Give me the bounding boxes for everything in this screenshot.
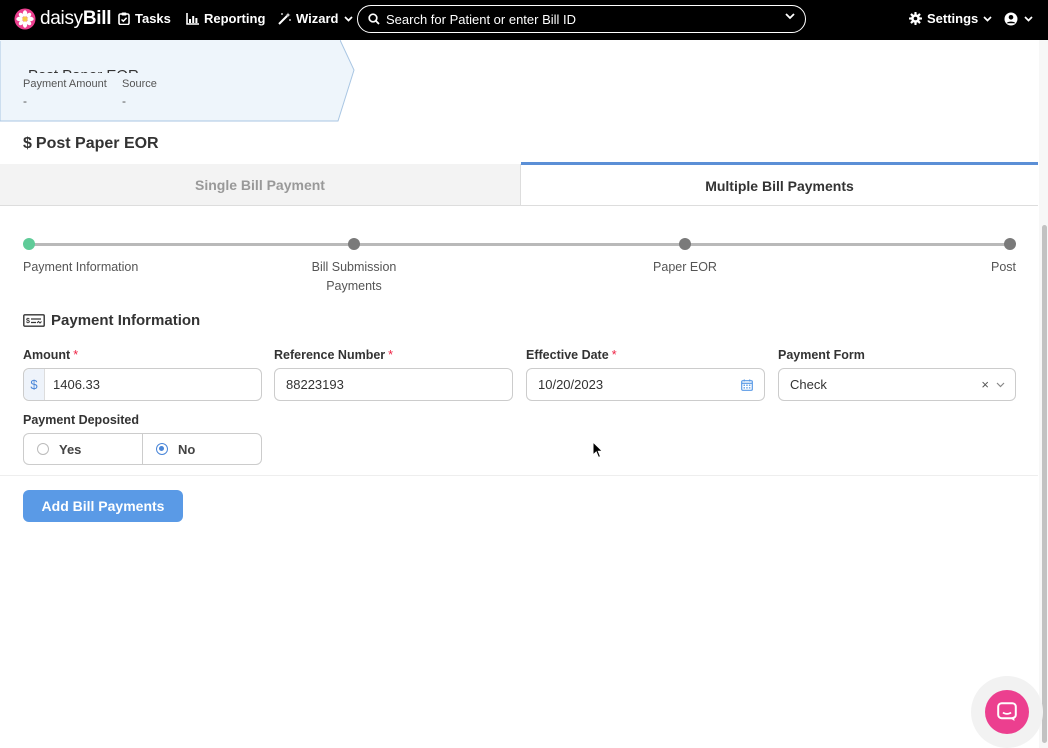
daisy-flower-icon (14, 8, 36, 30)
radio-no-label: No (178, 441, 196, 457)
magic-wand-icon (278, 12, 291, 25)
svg-text:$: $ (26, 318, 30, 325)
daisybill-logo[interactable]: daisyBill (14, 8, 112, 30)
step-label-bill-submission-payments: Bill Submission Payments (311, 260, 397, 293)
required-marker: * (73, 348, 79, 362)
clear-icon[interactable]: × (981, 377, 989, 392)
user-menu[interactable] (1004, 12, 1033, 26)
step-dot-post (1004, 238, 1016, 250)
payment-amount-value: - (23, 94, 27, 108)
add-bill-payments-button[interactable]: Add Bill Payments (23, 490, 183, 522)
logo-text: daisyBill (40, 8, 112, 30)
search-input[interactable]: Search for Patient or enter Bill ID (386, 12, 805, 27)
chat-icon (997, 702, 1017, 721)
chevron-down-icon[interactable] (996, 382, 1005, 388)
currency-addon: $ (24, 369, 45, 400)
nav-tasks-label: Tasks (135, 11, 171, 26)
eor-summary-card: Post Paper EOR Payment Amount - Source - (0, 40, 355, 122)
form-title-text: Payment Information (51, 312, 201, 329)
radio-circle-checked-icon[interactable] (156, 443, 168, 455)
reference-number-label: Reference Number * (274, 348, 393, 362)
nav-wizard[interactable]: Wizard (278, 11, 353, 26)
amount-label-text: Amount (23, 348, 71, 362)
chevron-down-icon (343, 15, 353, 22)
logo-text-light: daisy (40, 8, 83, 29)
patient-search[interactable]: Search for Patient or enter Bill ID (357, 5, 806, 33)
reference-number-input[interactable]: 88223193 (275, 377, 512, 392)
tab-single-bill-payment[interactable]: Single Bill Payment (0, 164, 521, 206)
chevron-down-icon (1024, 16, 1033, 22)
tab-divider (521, 205, 1038, 206)
mouse-cursor-icon (592, 441, 604, 459)
scrollbar-thumb[interactable] (1042, 225, 1047, 743)
amount-field[interactable]: $ 1406.33 (23, 368, 262, 401)
nav-settings-label: Settings (927, 11, 979, 26)
radio-circle-icon[interactable] (37, 443, 49, 455)
payment-amount-label: Payment Amount (23, 78, 107, 90)
nav-tasks[interactable]: Tasks (118, 11, 171, 26)
dollar-icon: $ (23, 135, 32, 152)
payment-form-label: Payment Form (778, 348, 865, 362)
search-icon (368, 13, 380, 25)
effective-date-label-text: Effective Date (526, 348, 609, 362)
bar-chart-icon (186, 12, 199, 25)
payment-form-select[interactable]: Check × (778, 368, 1016, 401)
step-dot-bill-submission-payments (348, 238, 360, 250)
payment-deposited-radio-group: Yes No (23, 433, 262, 465)
amount-label: Amount * (23, 348, 78, 362)
page-title-text: Post Paper EOR (35, 135, 159, 152)
step-label-paper-eor: Paper EOR (653, 260, 717, 274)
top-navbar: daisyBill Tasks Reporting Wizard Search … (0, 0, 1048, 40)
payment-form-value: Check (790, 377, 827, 392)
radio-yes-label: Yes (59, 441, 82, 457)
effective-date-input[interactable]: 10/20/2023 (527, 377, 741, 392)
nav-settings[interactable]: Settings (909, 11, 992, 26)
amount-input[interactable]: 1406.33 (45, 377, 261, 392)
check-payment-icon: $ (23, 314, 45, 327)
clipboard-check-icon (118, 12, 130, 25)
tab-multiple-bill-payments[interactable]: Multiple Bill Payments (521, 162, 1038, 206)
form-section-title: $ Payment Information (23, 312, 200, 329)
radio-no[interactable]: No (142, 434, 261, 464)
effective-date-field[interactable]: 10/20/2023 (526, 368, 765, 401)
nav-wizard-label: Wizard (296, 11, 339, 26)
required-marker: * (611, 348, 617, 362)
nav-reporting[interactable]: Reporting (186, 11, 265, 26)
step-label-post: Post (990, 260, 1016, 274)
reference-number-field[interactable]: 88223193 (274, 368, 513, 401)
stepper-track (29, 243, 1010, 246)
source-label: Source (122, 78, 157, 90)
radio-yes[interactable]: Yes (24, 434, 142, 464)
page-title: $ Post Paper EOR (23, 135, 159, 153)
user-circle-icon (1004, 12, 1018, 26)
reference-label-text: Reference Number (274, 348, 386, 362)
chevron-down-icon (983, 15, 992, 22)
step-dot-paper-eor (679, 238, 691, 250)
nav-reporting-label: Reporting (204, 11, 266, 26)
step-dot-payment-information (23, 238, 35, 250)
payment-deposited-label: Payment Deposited (23, 413, 140, 427)
form-divider (0, 475, 1038, 476)
calendar-icon[interactable] (741, 379, 753, 391)
card-title: Post Paper EOR (28, 67, 139, 73)
effective-date-label: Effective Date * (526, 348, 617, 362)
source-value: - (122, 94, 126, 108)
chevron-down-icon[interactable] (785, 13, 795, 20)
required-marker: * (388, 348, 394, 362)
chat-launcher-button[interactable] (985, 690, 1029, 734)
logo-text-bold: Bill (82, 8, 112, 29)
gear-icon (909, 12, 922, 25)
step-label-payment-information: Payment Information (23, 260, 139, 274)
